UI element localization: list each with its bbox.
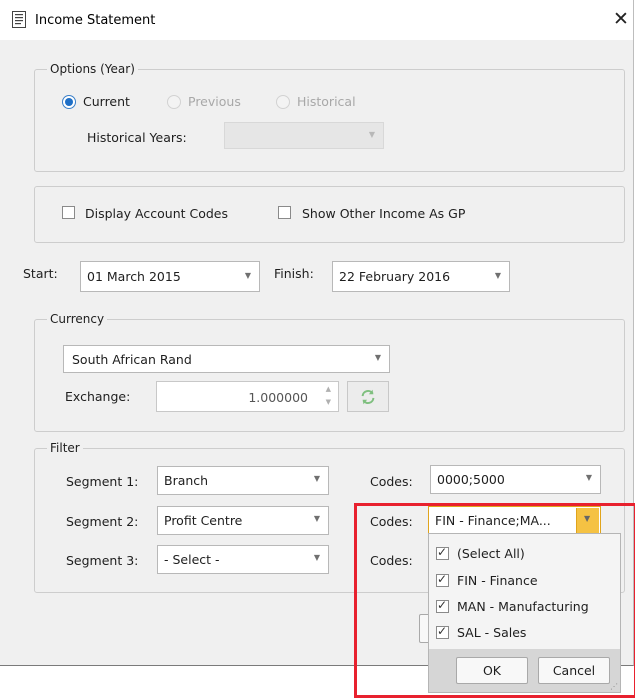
segment-2-select[interactable]: Profit Centre ▼: [157, 506, 329, 535]
options-year-group: [34, 69, 625, 172]
select-all-checkbox[interactable]: [436, 545, 449, 560]
display-account-codes-label[interactable]: Display Account Codes: [85, 206, 228, 221]
codes-1-select[interactable]: 0000;5000 ▼: [430, 465, 601, 494]
currency-select[interactable]: South African Rand ▼: [63, 345, 390, 373]
title-bar: Income Statement ✕: [0, 0, 633, 40]
close-icon[interactable]: ✕: [613, 9, 629, 29]
start-label: Start:: [23, 266, 58, 281]
ok-button[interactable]: OK: [456, 657, 528, 684]
historical-radio: [276, 95, 290, 109]
segment-2-label: Segment 2:: [66, 514, 139, 529]
chevron-down-icon: ▼: [494, 271, 501, 280]
chevron-down-icon: ▼: [585, 473, 592, 482]
filter-legend: Filter: [47, 441, 83, 455]
codes-3-label: Codes:: [370, 553, 413, 568]
man-manufacturing-label[interactable]: MAN - Manufacturing: [457, 599, 589, 614]
codes-2-select[interactable]: FIN - Finance;MA... ▼: [428, 506, 601, 535]
currency-legend: Currency: [47, 312, 108, 326]
man-manufacturing-checkbox[interactable]: [436, 598, 449, 613]
chevron-down-icon: ▼: [313, 553, 320, 562]
historical-radio-label: Historical: [297, 94, 356, 109]
codes-dropdown-popup: (Select All) FIN - Finance MAN - Manufac…: [428, 533, 621, 693]
refresh-icon: [361, 389, 375, 405]
finish-date-select[interactable]: 22 February 2016 ▼: [332, 261, 510, 292]
exchange-label: Exchange:: [65, 389, 131, 404]
sal-sales-label[interactable]: SAL - Sales: [457, 625, 526, 640]
sal-sales-checkbox[interactable]: [436, 624, 449, 639]
historical-years-select: ▼: [224, 122, 384, 149]
chevron-down-icon: ▼: [313, 514, 320, 523]
current-radio-label[interactable]: Current: [83, 94, 130, 109]
previous-radio: [167, 95, 181, 109]
document-icon: [12, 11, 26, 28]
exchange-rate-input[interactable]: 1.000000 ▲ ▼: [156, 381, 339, 412]
chevron-down-icon: ▼: [313, 474, 320, 483]
codes-2-label: Codes:: [370, 514, 413, 529]
show-other-income-label[interactable]: Show Other Income As GP: [302, 206, 465, 221]
chevron-down-icon: ▼: [368, 130, 375, 139]
previous-radio-label: Previous: [188, 94, 241, 109]
finish-label: Finish:: [274, 266, 314, 281]
codes-2-dropdown-button[interactable]: ▼: [576, 508, 599, 533]
historical-years-label: Historical Years:: [87, 130, 187, 145]
segment-1-select[interactable]: Branch ▼: [157, 466, 329, 495]
chevron-down-icon: ▼: [244, 271, 251, 280]
current-radio[interactable]: [62, 95, 76, 109]
segment-3-label: Segment 3:: [66, 553, 139, 568]
currency-group: [34, 319, 625, 432]
codes-1-label: Codes:: [370, 474, 413, 489]
spin-up-icon[interactable]: ▲: [326, 385, 331, 393]
select-all-label[interactable]: (Select All): [457, 546, 525, 561]
resize-grip-icon[interactable]: ⋰: [610, 683, 618, 691]
refresh-rate-button[interactable]: [347, 381, 389, 412]
cancel-button[interactable]: Cancel: [538, 657, 610, 684]
segment-3-select[interactable]: - Select - ▼: [157, 545, 329, 574]
display-account-codes-checkbox[interactable]: [62, 206, 75, 219]
segment-1-label: Segment 1:: [66, 474, 139, 489]
show-other-income-checkbox[interactable]: [278, 206, 291, 219]
window-title: Income Statement: [35, 13, 156, 28]
spin-down-icon[interactable]: ▼: [326, 398, 331, 406]
options-year-legend: Options (Year): [47, 62, 138, 76]
chevron-down-icon: ▼: [584, 514, 591, 523]
start-date-select[interactable]: 01 March 2015 ▼: [80, 261, 260, 292]
fin-finance-label[interactable]: FIN - Finance: [457, 573, 538, 588]
fin-finance-checkbox[interactable]: [436, 572, 449, 587]
chevron-down-icon: ▼: [374, 353, 381, 362]
